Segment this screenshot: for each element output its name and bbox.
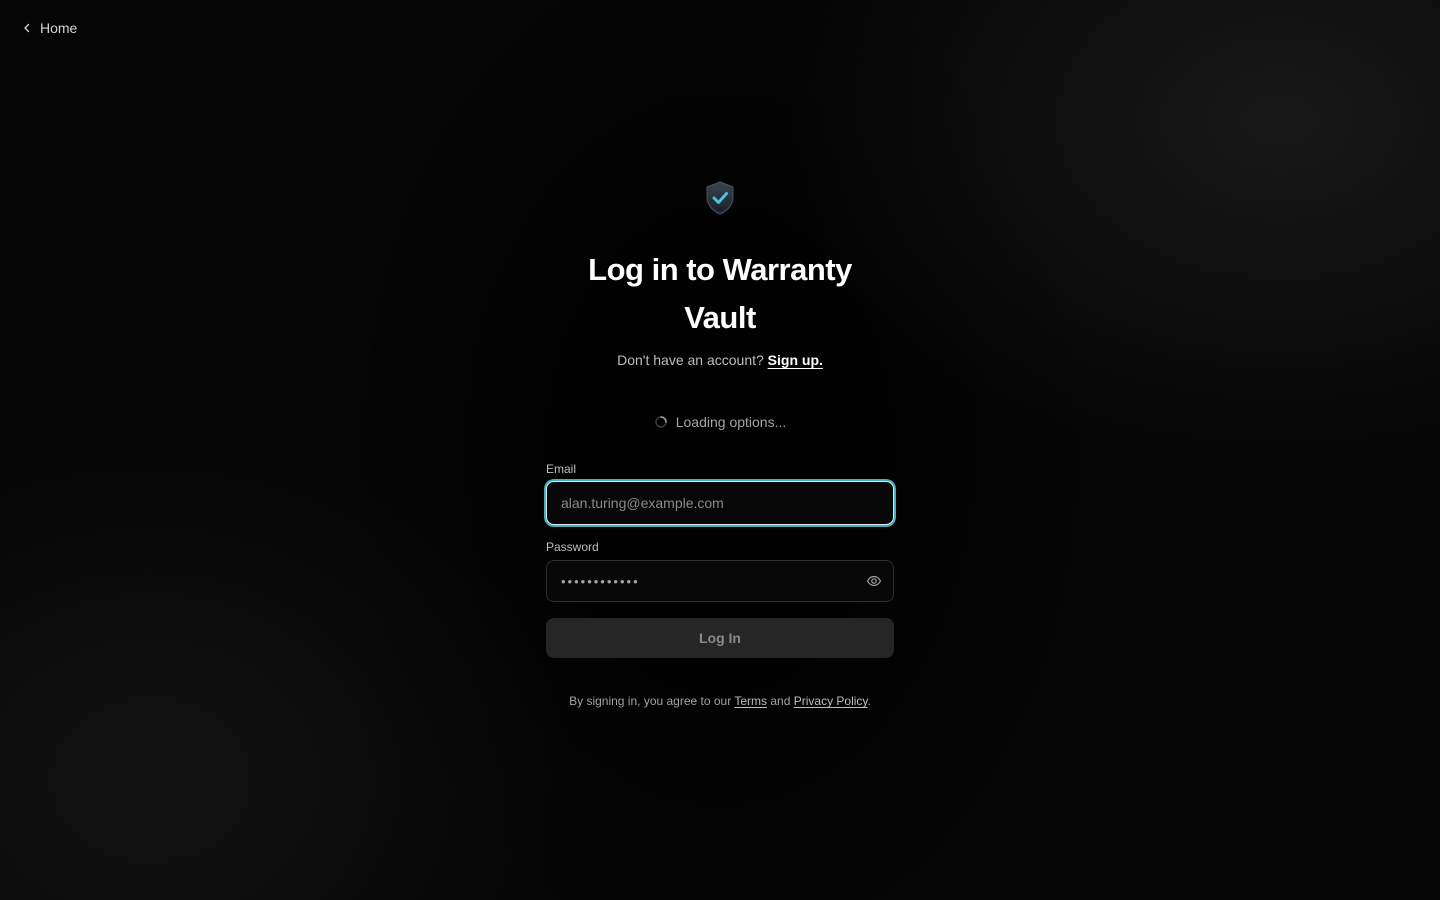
privacy-policy-link[interactable]: Privacy Policy [794,694,868,708]
signup-prompt: Don't have an account? Sign up. [617,352,823,368]
email-input-wrap [546,481,894,525]
terms-link[interactable]: Terms [734,694,767,708]
signup-prompt-text: Don't have an account? [617,352,764,368]
home-link-label: Home [40,20,78,36]
email-label: Email [546,462,577,476]
legal-notice: By signing in, you agree to our Terms an… [546,694,894,708]
legal-prefix: By signing in, you agree to our [569,694,732,708]
signup-link[interactable]: Sign up. [768,352,823,368]
eye-icon[interactable] [866,573,882,589]
password-input[interactable] [546,560,894,602]
login-panel: Log in to Warranty Vault Don't have an a… [546,180,894,708]
legal-and: and [770,694,791,708]
loading-status: Loading options... [654,414,787,430]
email-field-group: Email [546,462,894,525]
login-button[interactable]: Log In [546,618,894,658]
password-field-group: Password [546,540,894,602]
password-label: Password [546,540,599,554]
chevron-left-icon [24,23,30,33]
loading-text: Loading options... [675,414,787,430]
spinner-icon [654,416,667,428]
legal-suffix: . [867,694,871,708]
page-title: Log in to Warranty Vault [588,252,852,335]
email-input[interactable] [546,481,894,525]
password-input-wrap [546,560,894,602]
login-form: Email Password Log In [546,462,894,658]
shield-check-icon [706,181,734,215]
home-link[interactable]: Home [22,20,77,36]
